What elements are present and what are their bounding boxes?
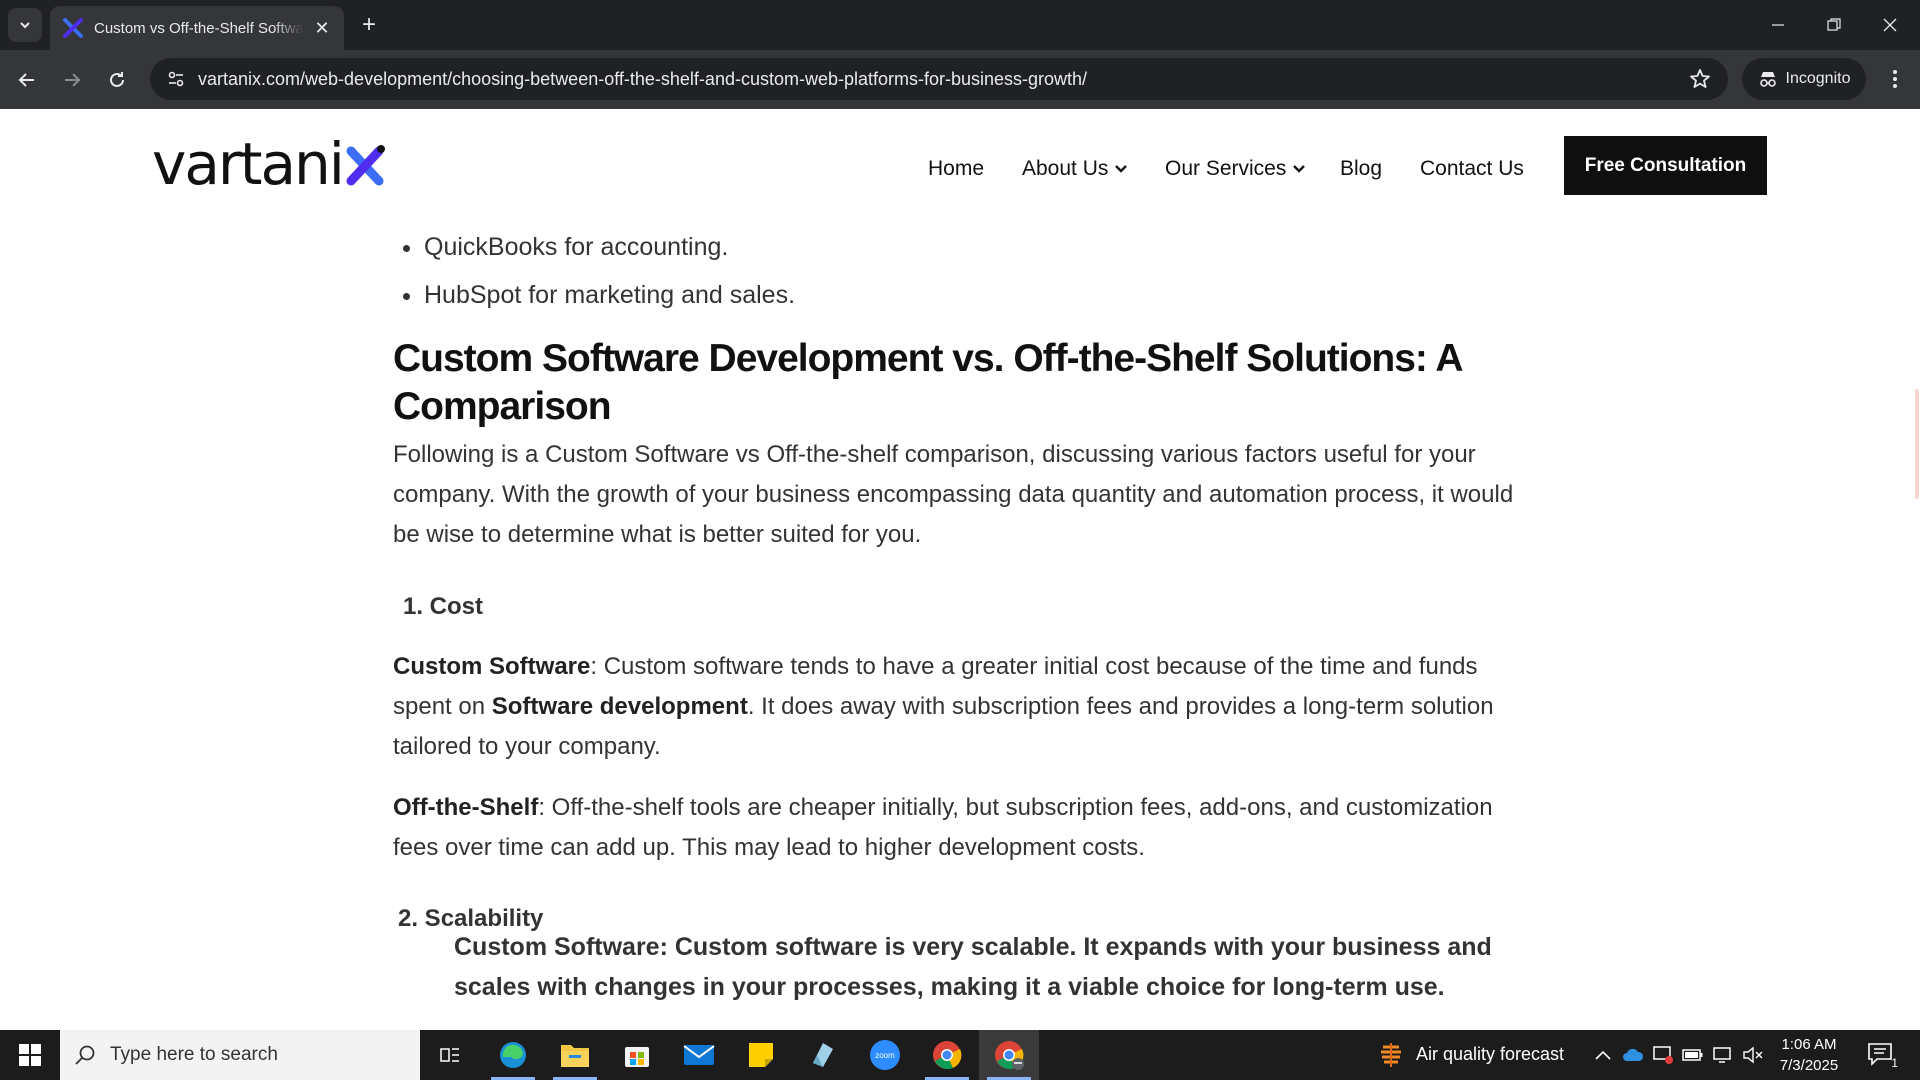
browser-tab[interactable]: Custom vs Off-the-Shelf Software Develop… <box>50 6 344 50</box>
system-clock[interactable]: 1:06 AM 7/3/2025 <box>1764 1034 1854 1076</box>
minimize-button[interactable] <box>1750 0 1806 50</box>
vartanix-favicon-icon <box>63 18 83 38</box>
arrow-right-icon <box>65 73 81 87</box>
start-button[interactable] <box>0 1030 60 1080</box>
incognito-icon <box>1759 72 1776 87</box>
vartanix-logo[interactable]: vartani <box>152 135 385 193</box>
address-bar[interactable]: vartanix.com/web-development/choosing-be… <box>150 58 1728 100</box>
task-view-button[interactable] <box>420 1030 480 1080</box>
close-window-button[interactable] <box>1862 0 1918 50</box>
intro-paragraph: Following is a Custom Software vs Off-th… <box>393 441 1514 548</box>
file-explorer-taskbar-icon[interactable] <box>545 1030 605 1080</box>
chrome-incognito-taskbar-icon[interactable] <box>979 1030 1039 1080</box>
incognito-indicator[interactable]: Incognito <box>1742 58 1866 100</box>
ots-cost-text: : Off-the-shelf tools are cheaper initia… <box>393 794 1493 861</box>
free-consultation-button[interactable]: Free Consultation <box>1564 136 1767 195</box>
incognito-label: Incognito <box>1785 70 1851 87</box>
tab-search-button[interactable] <box>8 8 42 42</box>
reload-icon <box>110 72 124 87</box>
browser-tab-bar: Custom vs Off-the-Shelf Software Develop… <box>0 0 1920 50</box>
bookmark-star-icon[interactable] <box>1688 67 1712 96</box>
scrollbar-thumb[interactable] <box>1915 389 1919 499</box>
sticky-notes-taskbar-icon[interactable] <box>731 1030 791 1080</box>
onedrive-icon[interactable] <box>1622 1045 1644 1065</box>
url-text[interactable]: vartanix.com/web-development/choosing-be… <box>198 69 1087 90</box>
zoom-label: zoom <box>875 1051 895 1060</box>
chevron-down-icon <box>1293 165 1306 173</box>
nav-home[interactable]: Home <box>928 157 984 181</box>
clock-time: 1:06 AM <box>1781 1036 1837 1053</box>
software-development-link[interactable]: Software development <box>492 693 748 720</box>
off-the-shelf-label: Off-the-Shelf <box>393 794 539 821</box>
site-settings-icon[interactable] <box>154 58 198 100</box>
custom-software-label: Custom Software <box>393 653 591 680</box>
browser-toolbar: vartanix.com/web-development/choosing-be… <box>0 50 1920 109</box>
tab-title: Custom vs Off-the-Shelf Software Develop… <box>94 19 304 37</box>
notes-taskbar-icon[interactable] <box>793 1030 853 1080</box>
section-heading: Custom Software Development vs. Off-the-… <box>393 337 1462 428</box>
chevron-down-icon <box>1115 165 1128 173</box>
search-placeholder: Type here to search <box>110 1044 278 1065</box>
notification-count: 1 <box>1891 1056 1898 1070</box>
restore-icon <box>1827 18 1841 31</box>
reload-button[interactable] <box>99 62 135 98</box>
page-scrollbar[interactable] <box>1914 109 1920 1030</box>
chevron-up-icon[interactable] <box>1592 1045 1614 1065</box>
search-icon <box>75 1045 95 1065</box>
web-page: QuickBooks for accounting. HubSpot for m… <box>0 109 1920 1030</box>
air-quality-icon[interactable] <box>1378 1041 1404 1069</box>
windows-taskbar: Type here to search zoom Air quality for… <box>0 1030 1920 1080</box>
logo-x-mark-icon <box>346 145 385 186</box>
chrome-taskbar-icon[interactable] <box>917 1030 977 1080</box>
volume-muted-icon[interactable] <box>1742 1045 1764 1065</box>
store-taskbar-icon[interactable] <box>607 1030 667 1080</box>
battery-icon[interactable] <box>1682 1045 1704 1065</box>
taskbar-search[interactable]: Type here to search <box>60 1030 420 1080</box>
cost-subheading: 1. Cost <box>403 593 484 620</box>
ots-cost-paragraph: Off-the-Shelf: Off-the-shelf tools are c… <box>393 788 1533 868</box>
nav-about-label: About Us <box>1022 157 1109 180</box>
screen-alert-icon[interactable] <box>1652 1045 1674 1065</box>
new-tab-button[interactable]: + <box>354 10 384 40</box>
list-item: QuickBooks for accounting. <box>424 223 795 271</box>
back-button[interactable] <box>9 62 45 98</box>
nav-services[interactable]: Our Services <box>1165 157 1308 181</box>
nav-contact[interactable]: Contact Us <box>1420 157 1524 181</box>
edge-taskbar-icon[interactable] <box>483 1030 543 1080</box>
network-icon[interactable] <box>1712 1045 1734 1065</box>
site-header: vartani Home About Us Our Services Blog … <box>0 109 1914 221</box>
nav-services-label: Our Services <box>1165 157 1287 180</box>
close-tab-icon[interactable]: ✕ <box>312 18 332 39</box>
more-vertical-icon <box>1893 70 1897 88</box>
nav-about[interactable]: About Us <box>1022 157 1130 181</box>
clock-date: 7/3/2025 <box>1779 1057 1839 1074</box>
forward-button[interactable] <box>54 62 90 98</box>
notification-center-button[interactable]: 1 <box>1866 1042 1898 1070</box>
zoom-taskbar-icon[interactable]: zoom <box>855 1030 915 1080</box>
logo-text: vartani <box>152 130 345 198</box>
arrow-left-icon <box>18 73 34 87</box>
windows-logo-icon <box>19 1044 41 1066</box>
task-view-icon <box>440 1048 459 1062</box>
minimize-icon <box>1772 24 1784 26</box>
chevron-down-icon <box>20 22 30 29</box>
restore-button[interactable] <box>1806 0 1862 50</box>
scalability-paragraph: Custom Software: Custom software is very… <box>454 933 1492 1001</box>
custom-cost-paragraph: Custom Software: Custom software tends t… <box>393 647 1533 767</box>
weather-widget[interactable]: Air quality forecast <box>1416 1044 1564 1065</box>
list-item: HubSpot for marketing and sales. <box>424 271 795 319</box>
nav-blog[interactable]: Blog <box>1340 157 1382 181</box>
tool-list: QuickBooks for accounting. HubSpot for m… <box>393 223 795 319</box>
mail-taskbar-icon[interactable] <box>669 1030 729 1080</box>
close-icon <box>1883 18 1897 32</box>
browser-menu-button[interactable] <box>1880 64 1910 94</box>
